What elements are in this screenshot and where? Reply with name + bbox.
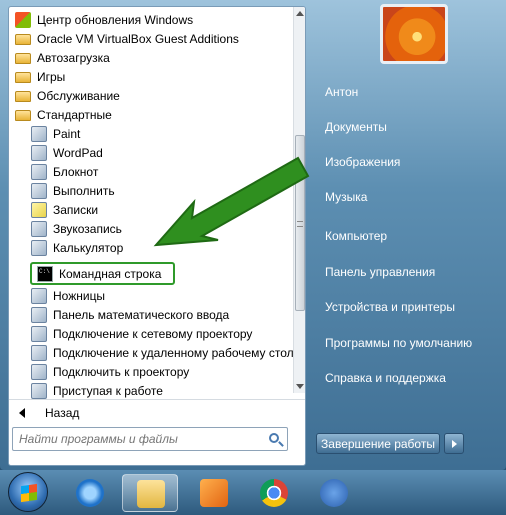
program-sound-recorder[interactable]: Звукозапись	[31, 219, 122, 238]
right-pane: Антон Документы Изображения Музыка Компь…	[312, 0, 506, 470]
scroll-up-icon[interactable]	[296, 11, 304, 16]
taskbar-qbittorrent[interactable]	[306, 474, 362, 512]
folder-icon	[15, 53, 31, 64]
search-box[interactable]	[12, 427, 288, 451]
user-link[interactable]: Антон	[325, 85, 358, 99]
explorer-icon	[137, 480, 165, 508]
start-menu: Центр обновления Windows Oracle VM Virtu…	[0, 0, 506, 470]
getting-started-icon	[31, 382, 47, 399]
computer-link[interactable]: Компьютер	[325, 229, 387, 243]
control-panel-link[interactable]: Панель управления	[325, 265, 435, 279]
program-calculator[interactable]: Калькулятор	[31, 238, 123, 257]
notepad-icon	[31, 163, 47, 180]
program-accessories[interactable]: Стандартные	[15, 105, 112, 124]
chevron-right-icon	[452, 440, 457, 448]
program-games[interactable]: Игры	[15, 67, 65, 86]
qbittorrent-icon	[320, 479, 348, 507]
help-support-link[interactable]: Справка и поддержка	[325, 371, 446, 385]
devices-printers-link[interactable]: Устройства и принтеры	[325, 300, 455, 314]
folder-icon	[15, 91, 31, 102]
program-wordpad[interactable]: WordPad	[31, 143, 103, 162]
program-paint[interactable]: Paint	[31, 124, 80, 143]
taskbar	[0, 470, 506, 515]
media-player-icon	[200, 479, 228, 507]
program-snipping-tool[interactable]: Ножницы	[31, 286, 105, 305]
calculator-icon	[31, 239, 47, 256]
network-projector-icon	[31, 325, 47, 342]
windows-update-icon	[15, 11, 31, 28]
user-avatar[interactable]	[380, 4, 448, 64]
green-pointer-arrow-icon	[153, 156, 310, 247]
shutdown-options-button[interactable]	[444, 433, 464, 454]
internet-explorer-icon	[76, 479, 104, 507]
folder-icon	[15, 72, 31, 83]
run-icon	[31, 182, 47, 199]
folder-open-icon	[15, 110, 31, 121]
program-notepad[interactable]: Блокнот	[31, 162, 98, 181]
back-arrow-icon	[19, 407, 25, 418]
program-getting-started[interactable]: Приступая к работе	[31, 381, 163, 400]
program-virtualbox-additions[interactable]: Oracle VM VirtualBox Guest Additions	[15, 29, 239, 48]
program-run[interactable]: Выполнить	[31, 181, 115, 200]
paint-icon	[31, 125, 47, 142]
taskbar-media-player[interactable]	[186, 474, 242, 512]
math-input-icon	[31, 306, 47, 323]
projector-icon	[31, 363, 47, 380]
program-projector[interactable]: Подключить к проектору	[31, 362, 189, 381]
default-programs-link[interactable]: Программы по умолчанию	[325, 336, 472, 350]
documents-link[interactable]: Документы	[325, 120, 387, 134]
program-sticky-notes[interactable]: Записки	[31, 200, 98, 219]
scissors-icon	[31, 287, 47, 304]
search-input[interactable]	[19, 429, 259, 449]
remote-desktop-icon	[31, 344, 47, 361]
program-network-projector[interactable]: Подключение к сетевому проектору	[31, 324, 252, 343]
start-orb[interactable]	[8, 472, 48, 512]
taskbar-chrome[interactable]	[246, 474, 302, 512]
back-button[interactable]: Назад	[9, 399, 305, 425]
program-maintenance[interactable]: Обслуживание	[15, 86, 120, 105]
wordpad-icon	[31, 144, 47, 161]
taskbar-explorer[interactable]	[122, 474, 178, 512]
program-autostart[interactable]: Автозагрузка	[15, 48, 110, 67]
taskbar-internet-explorer[interactable]	[62, 474, 118, 512]
program-math-input[interactable]: Панель математического ввода	[31, 305, 229, 324]
sticky-notes-icon	[31, 201, 47, 218]
program-windows-update[interactable]: Центр обновления Windows	[15, 10, 193, 29]
chrome-icon	[260, 479, 288, 507]
folder-icon	[15, 34, 31, 45]
microphone-icon	[31, 220, 47, 237]
scroll-down-icon[interactable]	[296, 384, 304, 389]
music-link[interactable]: Музыка	[325, 190, 367, 204]
shutdown-button[interactable]: Завершение работы	[316, 433, 440, 454]
windows-logo-icon	[21, 483, 37, 503]
pictures-link[interactable]: Изображения	[325, 155, 400, 169]
program-remote-desktop[interactable]: Подключение к удаленному рабочему столу	[31, 343, 300, 362]
search-icon[interactable]	[269, 433, 279, 443]
